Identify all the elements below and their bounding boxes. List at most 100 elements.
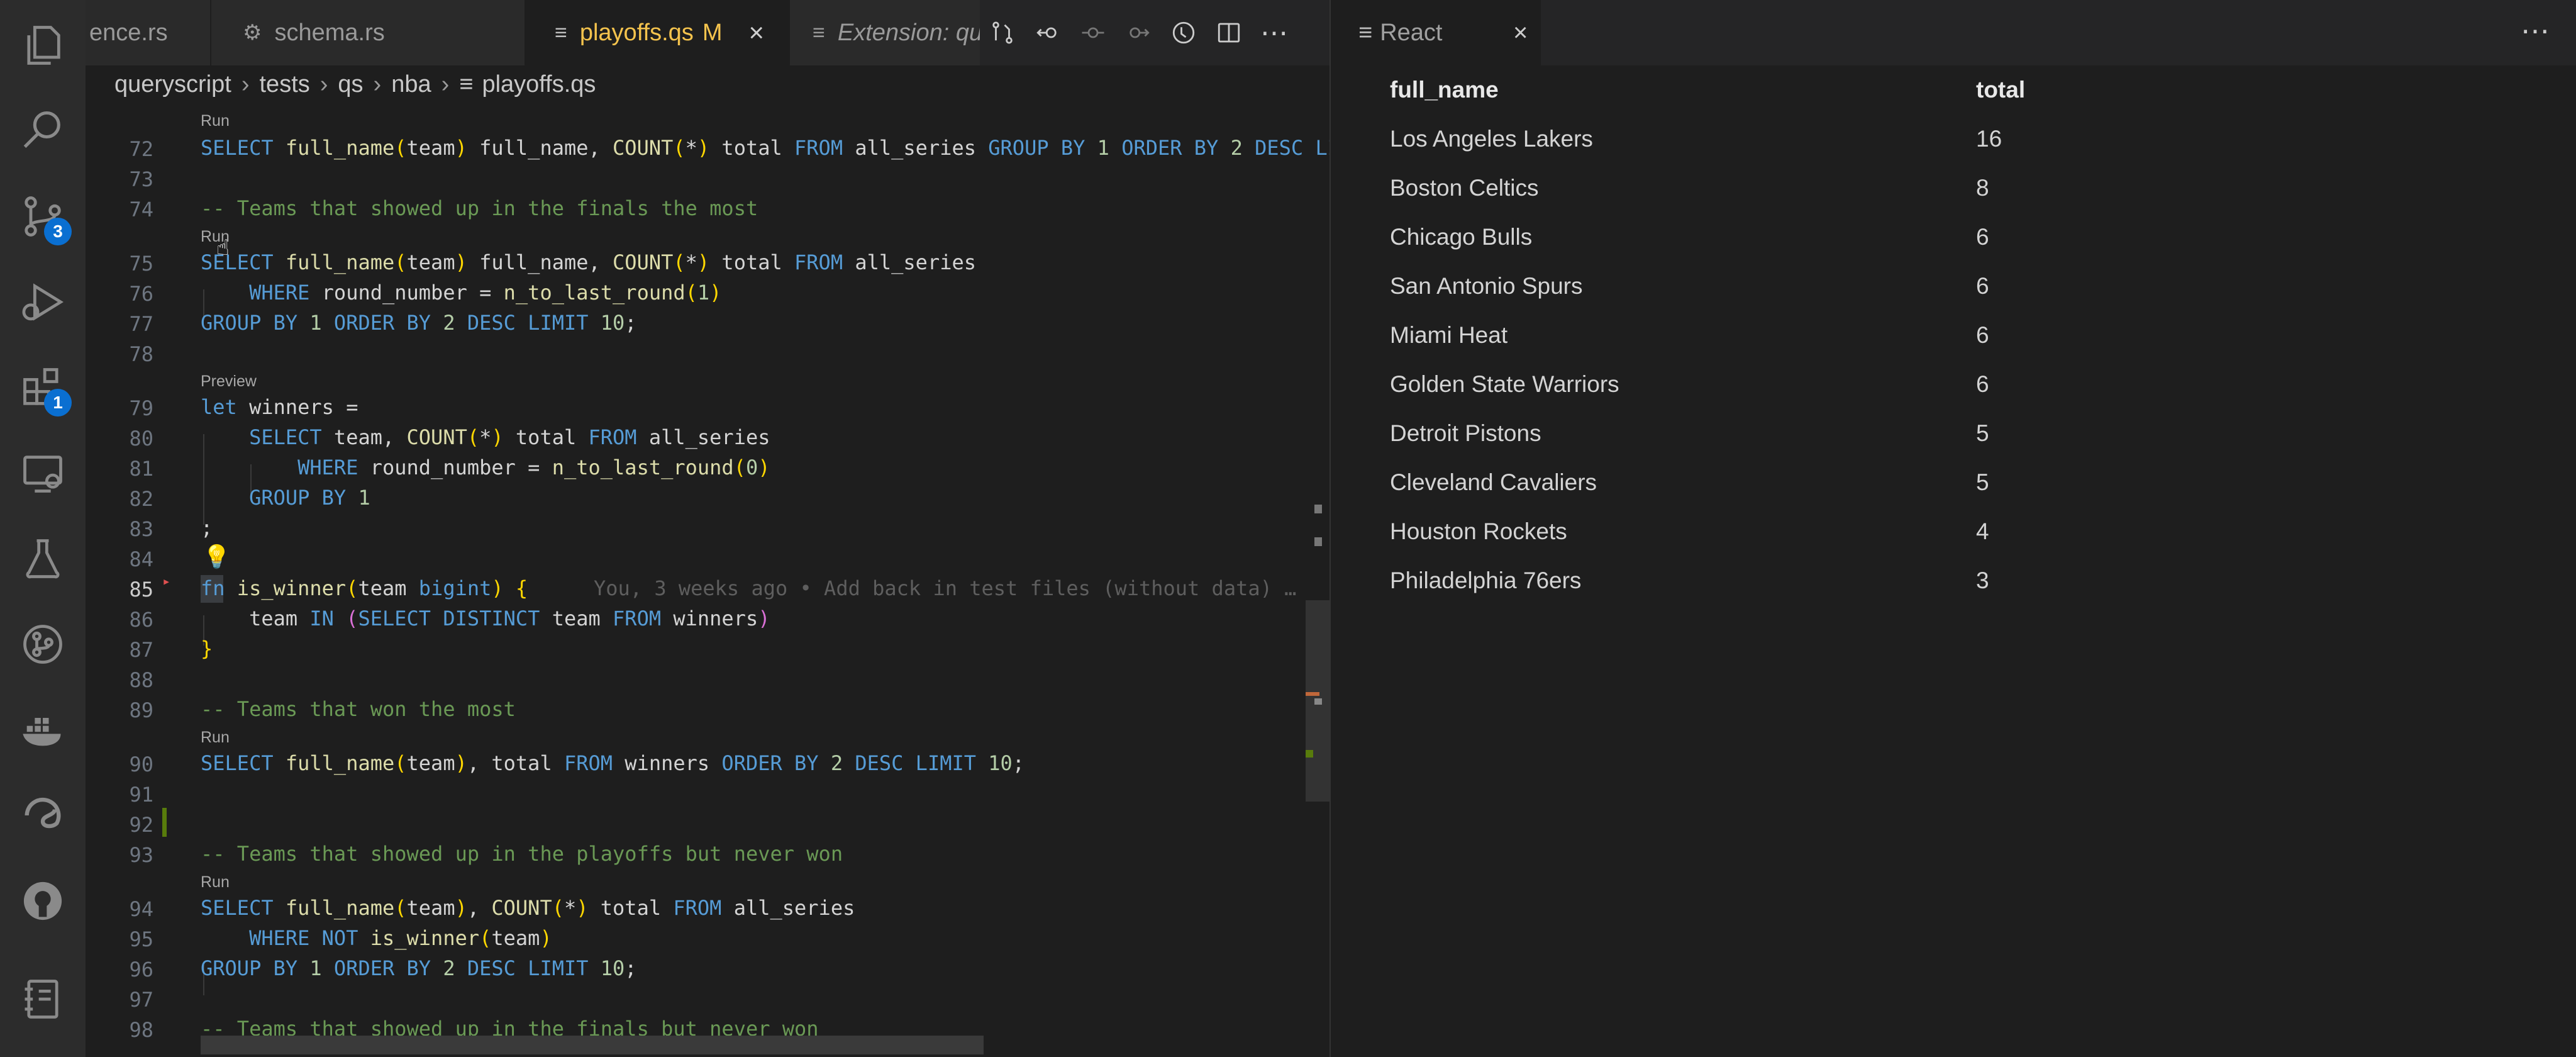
table-cell: Boston Celtics [1390,175,1539,201]
horizontal-scrollbar[interactable] [201,1036,984,1054]
chevron-right-icon: › [441,70,450,98]
table-cell: Golden State Warriors [1390,371,1619,397]
split-editor-icon[interactable] [1206,0,1252,65]
close-icon[interactable]: × [748,18,764,48]
code-comment-74: -- Teams that showed up in the finals th… [201,196,758,220]
code-comment-93: -- Teams that showed up in the playoffs … [201,842,843,866]
code-line-85: fn is_winner(team bigint) { [201,576,528,600]
timeline-icon[interactable] [1161,0,1206,65]
line-number: 96 [129,958,153,982]
explorer-icon[interactable] [0,3,86,88]
tab-react[interactable]: ≡ React × [1331,0,1541,65]
notebook-icon[interactable] [0,956,86,1042]
git-blame-annotation: You, 3 weeks ago • Add back in test file… [594,576,1297,600]
git-graph-icon[interactable] [0,601,86,687]
line-number: 76 [129,282,153,306]
open-changes-icon[interactable] [980,0,1025,65]
line-number: 95 [129,927,153,951]
breadcrumb-item[interactable]: tests [260,71,310,98]
run-codelens[interactable]: Run [201,112,230,130]
code-comment-89: -- Teams that won the most [201,697,516,721]
source-control-badge: 3 [44,218,72,245]
docker-icon[interactable] [0,687,86,773]
table-row: Miami Heat 6 [1390,311,2522,360]
code-editor[interactable]: 72 73 74 75 76 77 78 79 80 81 82 83 84 8… [86,103,1330,1057]
git-added-indicator [162,808,167,837]
table-cell: Detroit Pistons [1390,420,1541,446]
minimap-marker [1314,537,1322,546]
line-number: 75 [129,252,153,276]
tab-schema-rs[interactable]: ⚙ schema.rs [211,0,526,65]
column-header[interactable]: full_name [1390,77,1499,103]
table-row: Chicago Bulls 6 [1390,213,2522,262]
line-number: 84 [129,547,153,571]
table-row: Houston Rockets 4 [1390,507,2522,556]
code-line-81: WHERE round_number = n_to_last_round(0) [297,456,770,479]
results-panel: ≡ React × ⋯ full_name total Los Angeles … [1331,0,2576,1057]
code-line-86: team IN (SELECT DISTINCT team FROM winne… [201,607,770,630]
line-number: 72 [129,137,153,161]
breadcrumb-item[interactable]: playoffs.qs [482,71,596,98]
table-row: Boston Celtics 8 [1390,164,2522,213]
code-line-77: GROUP BY 1 ORDER BY 2 DESC LIMIT 10; [201,311,637,335]
more-actions-icon[interactable]: ⋯ [2521,14,2550,48]
code-line-95: WHERE NOT is_winner(team) [249,926,552,950]
table-cell: 6 [1976,322,1989,348]
run-codelens[interactable]: Run [201,873,230,892]
line-number: 92 [129,813,153,837]
table-header: full_name total [1390,65,2522,115]
more-actions-icon[interactable]: ⋯ [1252,0,1297,65]
line-number: 90 [129,752,153,776]
table-cell: Chicago Bulls [1390,224,1533,250]
breadcrumb-item[interactable]: qs [338,71,363,98]
minimap-marker [1306,750,1313,758]
run-debug-icon[interactable] [0,259,86,345]
file-icon: ≡ [459,70,474,98]
code-line-96: GROUP BY 1 ORDER BY 2 DESC LIMIT 10; [201,956,637,980]
previous-change-icon[interactable] [1025,0,1070,65]
table-row: Detroit Pistons 5 [1390,409,2522,458]
lightbulb-icon[interactable]: 💡 [203,544,231,570]
breadcrumb-item[interactable]: queryscript [114,71,231,98]
line-number: 88 [129,668,153,692]
line-number: 98 [129,1018,153,1042]
remote-explorer-icon[interactable] [0,430,86,516]
next-change-icon[interactable] [1116,0,1161,65]
table-cell: San Antonio Spurs [1390,273,1583,299]
rust-file-icon: ⚙ [243,21,262,45]
line-number: 91 [129,783,153,807]
edge-browser-icon[interactable] [0,773,86,858]
line-number: 82 [129,487,153,511]
breadcrumb-item[interactable]: nba [391,71,431,98]
line-number: 78 [129,342,153,366]
line-number: 81 [129,457,153,481]
tab-playoffs-qs[interactable]: ≡ playoffs.qs M × [526,0,790,65]
column-header[interactable]: total [1976,77,2025,103]
table-row: Philadelphia 76ers 3 [1390,556,2522,605]
code-line-82: GROUP BY 1 [249,486,370,510]
github-icon[interactable] [0,858,86,944]
testing-icon[interactable] [0,516,86,601]
search-icon[interactable] [0,88,86,174]
table-cell: 16 [1976,126,2002,152]
table-cell: 6 [1976,224,1989,250]
table-cell: 5 [1976,420,1989,446]
line-number: 74 [129,198,153,221]
extensions-badge: 1 [44,389,72,417]
modified-indicator: M [702,19,723,46]
commit-icon[interactable] [1070,0,1116,65]
run-codelens[interactable]: Run [201,729,230,747]
table-row: Golden State Warriors 6 [1390,360,2522,409]
line-number: 79 [129,396,153,420]
git-deleted-indicator: ▸ [162,574,171,590]
tab-sequence-rs[interactable]: ence.rs [86,0,211,65]
code-line-79: let winners = [201,395,358,419]
preview-codelens[interactable]: Preview [201,372,257,391]
source-control-icon[interactable]: 3 [0,174,86,259]
table-row: Los Angeles Lakers 16 [1390,115,2522,164]
close-icon[interactable]: × [1513,19,1528,47]
minimap-marker [1306,692,1319,696]
line-number: 93 [129,843,153,867]
file-icon: ≡ [1358,19,1373,46]
extensions-icon[interactable]: 1 [0,345,86,430]
